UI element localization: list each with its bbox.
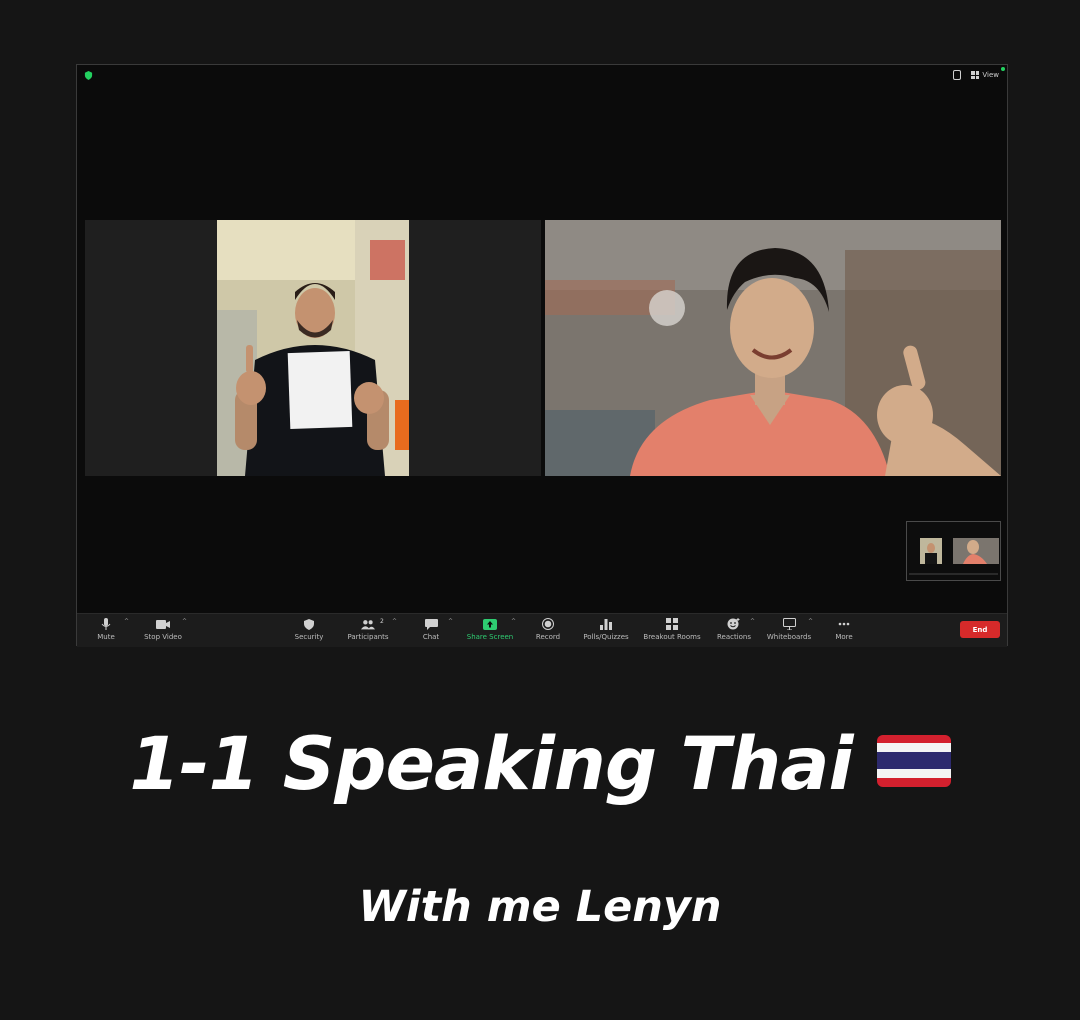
view-button[interactable]: View [971, 71, 999, 79]
security-icon [302, 618, 316, 630]
record-icon [541, 618, 555, 630]
more-icon [837, 618, 851, 630]
stop-video-label: Stop Video [144, 633, 182, 641]
participant-video-right[interactable] [545, 220, 1001, 476]
caption-title: 1-1 Speaking Thai [129, 722, 853, 807]
reactions-label: Reactions [716, 633, 752, 641]
record-button[interactable]: Record [516, 618, 580, 641]
device-icon[interactable] [953, 70, 962, 80]
self-view-image [907, 522, 1000, 580]
whiteboard-icon [782, 618, 796, 630]
thailand-flag-icon [876, 734, 951, 787]
view-label: View [982, 71, 999, 79]
status-dot [1001, 67, 1005, 71]
mute-options-caret[interactable]: ^ [124, 618, 129, 625]
participant-left-video-image [85, 220, 541, 476]
polls-label: Polls/Quizzes [583, 633, 629, 641]
reactions-options-caret[interactable]: ^ [750, 618, 755, 625]
participants-options-caret[interactable]: ^ [392, 618, 397, 625]
breakout-rooms-button[interactable]: Breakout Rooms [640, 618, 704, 641]
participant-right-video-image [545, 220, 1001, 476]
end-meeting-button[interactable]: End [960, 621, 1000, 638]
chat-options-caret[interactable]: ^ [448, 618, 453, 625]
record-label: Record [535, 633, 561, 641]
breakout-label: Breakout Rooms [643, 633, 701, 641]
participants-icon [361, 618, 375, 630]
participants-button[interactable]: Participants [336, 618, 400, 641]
top-right-controls: View [953, 70, 999, 80]
zoom-meeting-window: View Mute ^ Stop Video ^ Security Partic… [76, 64, 1008, 647]
share-screen-label: Share Screen [466, 633, 514, 641]
chat-button[interactable]: Chat [399, 618, 463, 641]
self-view-thumbnail[interactable] [906, 521, 1001, 581]
breakout-icon [665, 618, 679, 630]
chat-icon [424, 618, 438, 630]
participant-video-left[interactable] [85, 220, 541, 476]
caption-subtitle: With me Lenyn [358, 882, 722, 932]
more-label: More [835, 633, 853, 641]
meeting-toolbar: Mute ^ Stop Video ^ Security Participant… [77, 613, 1007, 647]
share-screen-icon [483, 618, 497, 630]
reactions-icon [727, 618, 741, 630]
chat-label: Chat [422, 633, 440, 641]
mute-label: Mute [97, 633, 115, 641]
participants-label: Participants [347, 633, 389, 641]
shield-icon[interactable] [84, 71, 93, 80]
more-button[interactable]: More [812, 618, 876, 641]
grid-icon [971, 71, 980, 79]
polls-button[interactable]: Polls/Quizzes [574, 618, 638, 641]
mic-icon [99, 618, 113, 630]
whiteboards-label: Whiteboards [766, 633, 812, 641]
caption-title-block: 1-1 Speaking Thai [0, 722, 1080, 807]
video-options-caret[interactable]: ^ [182, 618, 187, 625]
security-button[interactable]: Security [277, 618, 341, 641]
polls-icon [599, 618, 613, 630]
camera-icon [156, 618, 170, 630]
security-label: Security [294, 633, 324, 641]
participants-count: 2 [380, 618, 384, 625]
